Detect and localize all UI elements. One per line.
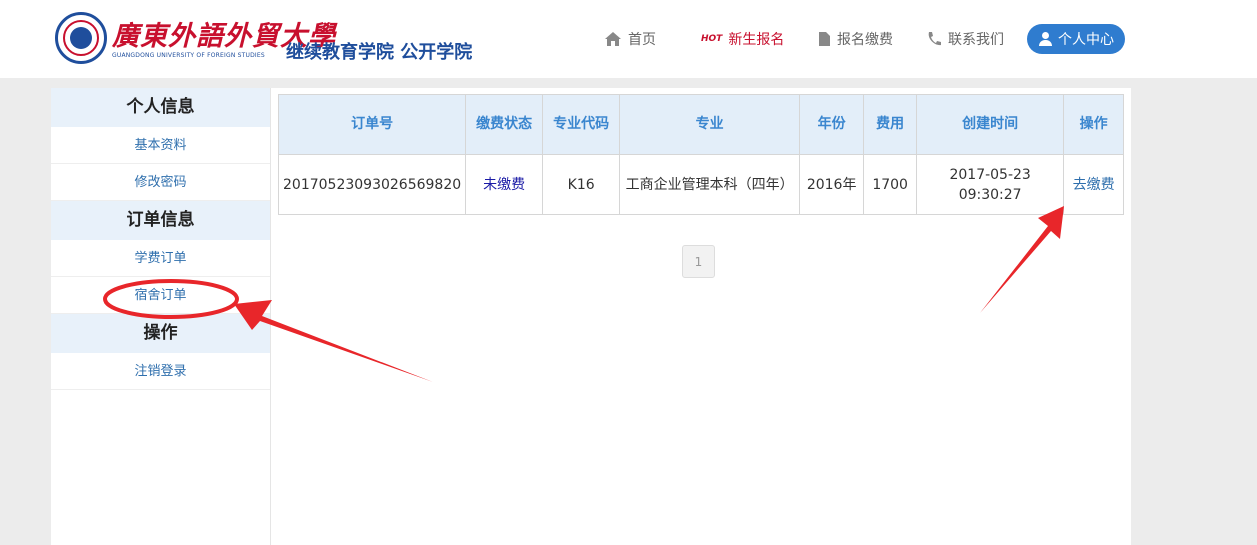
sidebar-item-logout[interactable]: 注销登录: [51, 353, 270, 390]
user-center-button[interactable]: 个人中心: [1027, 24, 1125, 54]
sidebar-item-change-password[interactable]: 修改密码: [51, 164, 270, 201]
cell-status: 未缴费: [465, 154, 544, 215]
column-header-status: 缴费状态: [465, 94, 544, 155]
cell-major: 工商企业管理本科（四年）: [619, 154, 801, 215]
sidebar-heading-personal: 个人信息: [51, 88, 270, 127]
sidebar-heading-orders: 订单信息: [51, 201, 270, 240]
column-header-major: 专业: [619, 94, 801, 155]
cell-major-code: K16: [542, 154, 621, 215]
nav-home[interactable]: 首页: [604, 28, 656, 50]
cell-fee: 1700: [863, 154, 918, 215]
column-header-fee: 费用: [863, 94, 918, 155]
user-icon: [1038, 32, 1052, 46]
university-name-en: GUANGDONG UNIVERSITY OF FOREIGN STUDIES: [112, 52, 265, 59]
column-header-action: 操作: [1063, 94, 1125, 155]
cell-created: 2017-05-23 09:30:27: [916, 154, 1065, 215]
column-header-created: 创建时间: [916, 94, 1065, 155]
user-center-label: 个人中心: [1058, 32, 1114, 48]
nav-contact[interactable]: 联系我们: [926, 28, 1004, 50]
document-icon: [819, 32, 830, 46]
nav-contact-label: 联系我们: [948, 32, 1004, 48]
sidebar-heading-actions: 操作: [51, 314, 270, 353]
sidebar-item-basic-info[interactable]: 基本资料: [51, 127, 270, 164]
pagination-page-button[interactable]: 1: [682, 245, 715, 278]
sidebar-item-tuition-orders[interactable]: 学费订单: [51, 240, 270, 277]
column-header-major-code: 专业代码: [542, 94, 621, 155]
nav-payment[interactable]: 报名缴费: [818, 28, 893, 50]
column-header-order-no: 订单号: [277, 94, 467, 155]
orders-table: 订单号 缴费状态 专业代码 专业 年份 费用 创建时间 操作 201705230…: [277, 94, 1125, 215]
nav-payment-label: 报名缴费: [837, 32, 893, 48]
sidebar-item-dorm-orders[interactable]: 宿舍订单: [51, 277, 270, 314]
pay-now-link[interactable]: 去缴费: [1063, 154, 1125, 215]
home-icon: [605, 32, 621, 46]
table-header-row: 订单号 缴费状态 专业代码 专业 年份 费用 创建时间 操作: [277, 94, 1125, 155]
orders-table-container: 订单号 缴费状态 专业代码 专业 年份 费用 创建时间 操作 201705230…: [277, 94, 1125, 215]
college-name: 继续教育学院 公开学院: [286, 42, 473, 63]
nav-home-label: 首页: [628, 32, 656, 48]
cell-order-no: 20170523093026569820: [277, 154, 467, 215]
nav-new-student[interactable]: HOT 新生报名: [701, 28, 784, 50]
hot-flame-icon: HOT: [701, 34, 723, 44]
nav-new-student-label: 新生报名: [728, 32, 785, 48]
column-header-year: 年份: [799, 94, 865, 155]
cell-year: 2016年: [799, 154, 865, 215]
content-panel: 个人信息 基本资料 修改密码 订单信息 学费订单 宿舍订单 操作 注销登录 订单…: [51, 88, 1131, 545]
phone-icon: [928, 32, 941, 46]
sidebar: 个人信息 基本资料 修改密码 订单信息 学费订单 宿舍订单 操作 注销登录: [51, 88, 271, 545]
top-header: 廣東外語外貿大學 GUANGDONG UNIVERSITY OF FOREIGN…: [0, 0, 1257, 78]
table-row: 20170523093026569820 未缴费 K16 工商企业管理本科（四年…: [277, 154, 1125, 215]
university-emblem-icon[interactable]: [55, 12, 107, 64]
